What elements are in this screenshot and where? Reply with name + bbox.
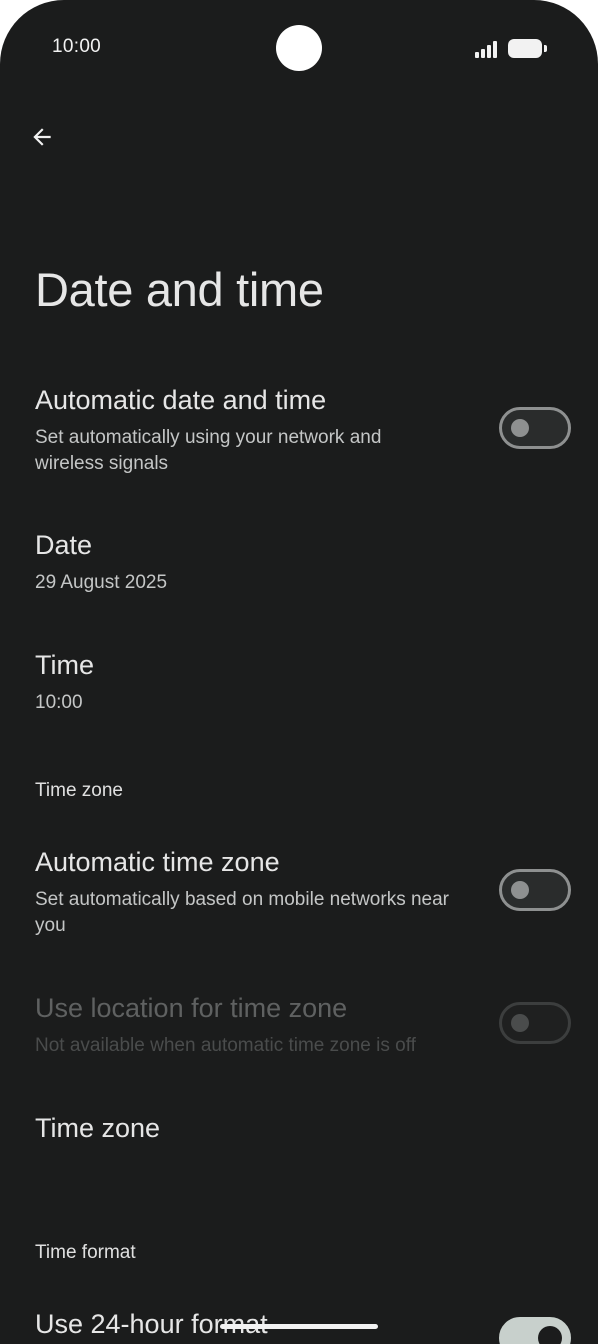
time-value: 10:00 [35,692,83,713]
auto-time-zone-subtitle: Set automatically based on mobile networ… [35,889,450,936]
auto-date-time-toggle[interactable] [499,407,571,449]
time-row[interactable]: Time 10:00 [0,642,598,732]
toggle-knob [511,881,529,899]
signal-icon [475,40,503,58]
auto-date-time-subtitle: Set automatically using your network and… [35,427,382,474]
location-time-zone-subtitle: Not available when automatic time zone i… [35,1035,416,1056]
battery-icon [508,39,547,58]
time-zone-title: Time zone [35,1113,161,1143]
auto-date-time-title: Automatic date and time [35,385,327,415]
settings-screen: 10:00 Date and time Automatic date and t… [0,0,598,1344]
use-24-hour-toggle[interactable] [499,1317,571,1344]
page-title: Date and time [35,263,324,316]
back-button[interactable] [22,117,62,157]
date-value: 29 August 2025 [35,572,168,593]
location-time-zone-title: Use location for time zone [35,993,348,1023]
date-title: Date [35,530,93,560]
toggle-knob [511,1014,529,1032]
toggle-knob [538,1326,562,1344]
auto-date-time-row[interactable]: Automatic date and time Set automaticall… [0,378,598,488]
camera-cutout [276,25,322,71]
time-zone-row[interactable]: Time zone [0,1105,598,1165]
time-title: Time [35,650,94,680]
arrow-back-icon [33,128,51,146]
location-time-zone-row: Use location for time zone Not available… [0,987,598,1067]
time-zone-section-header: Time zone [35,780,123,801]
home-indicator[interactable] [220,1324,378,1329]
location-time-zone-toggle [499,1002,571,1044]
auto-time-zone-row[interactable]: Automatic time zone Set automatically ba… [0,840,598,950]
status-time: 10:00 [52,36,102,57]
time-format-section-header: Time format [35,1242,136,1263]
date-row[interactable]: Date 29 August 2025 [0,522,598,612]
toggle-knob [511,419,529,437]
auto-time-zone-title: Automatic time zone [35,847,280,877]
auto-time-zone-toggle[interactable] [499,869,571,911]
use-24-hour-row[interactable]: Use 24-hour format [0,1300,598,1344]
